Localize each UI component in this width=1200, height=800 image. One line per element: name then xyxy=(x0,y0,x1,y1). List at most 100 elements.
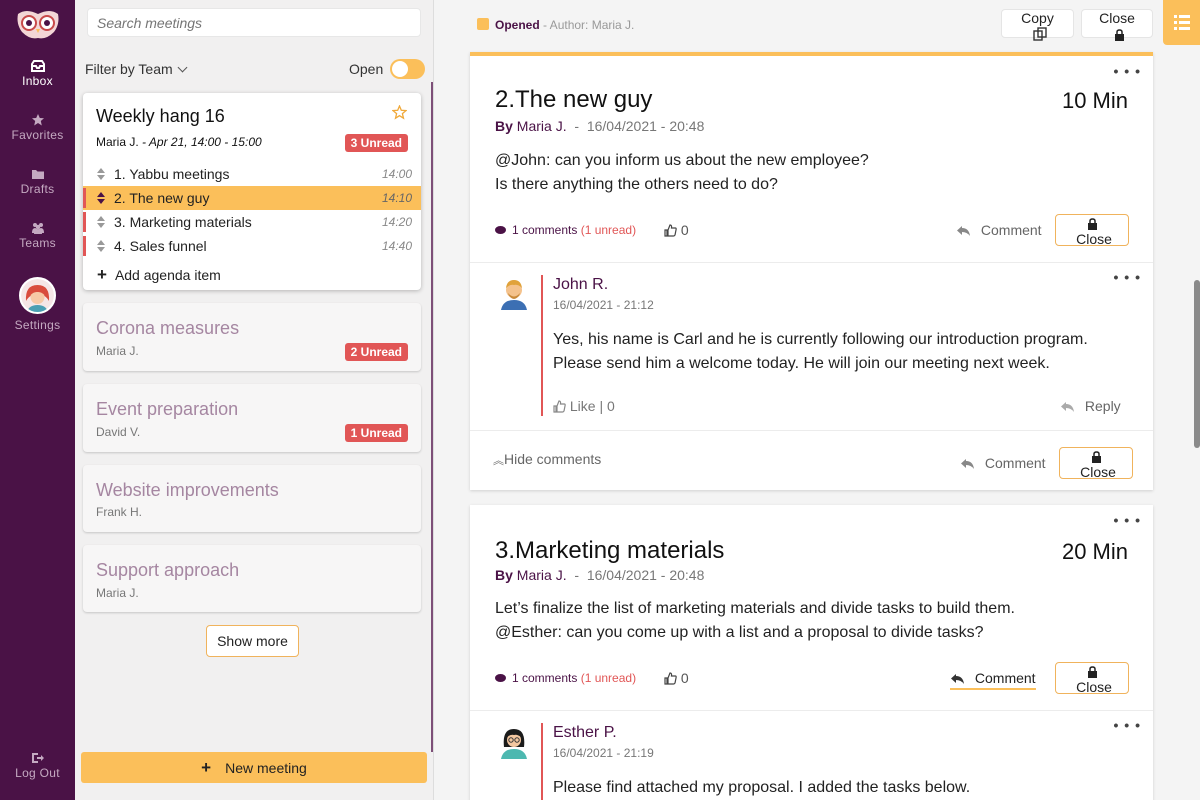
meeting-card-corona-measures[interactable]: Corona measures Maria J. 2 Unread xyxy=(83,303,421,371)
reply-button[interactable]: Reply xyxy=(1060,398,1121,414)
sort-handle-icon[interactable] xyxy=(97,192,105,204)
meeting-title: Event preparation xyxy=(96,399,239,419)
copy-button[interactable]: Copy xyxy=(1001,9,1074,41)
agenda-item-2[interactable]: 2. The new guy 14:10 xyxy=(83,186,421,210)
meeting-card-weekly-hang-16[interactable]: Weekly hang 16 Maria J. - Apr 21, 14:00 … xyxy=(83,93,421,290)
comment-button-active[interactable]: Comment xyxy=(950,670,1036,690)
logout-button[interactable]: Log Out xyxy=(0,752,75,780)
post-author: Maria J. xyxy=(516,567,567,583)
open-toggle[interactable] xyxy=(390,59,425,79)
agenda-menu-button[interactable] xyxy=(1163,0,1200,45)
double-chevron-up-icon: ︽ xyxy=(493,455,504,467)
show-more-button[interactable]: Show more xyxy=(206,625,299,657)
post-line: @Esther: can you come up with a list and… xyxy=(495,624,984,641)
comment-date: 16/04/2021 - 21:12 xyxy=(553,298,654,312)
woman-avatar-icon[interactable] xyxy=(499,725,529,759)
comments-unread: (1 unread) xyxy=(580,223,637,237)
like-button[interactable]: 0 xyxy=(664,222,689,238)
meeting-card-support-approach[interactable]: Support approach Maria J. xyxy=(83,545,421,612)
divider xyxy=(470,710,1153,711)
nav-item-drafts[interactable]: Drafts xyxy=(0,168,75,196)
add-agenda-item-button[interactable]: + Add agenda item xyxy=(97,265,221,285)
meeting-card-event-preparation[interactable]: Event preparation David V. 1 Unread xyxy=(83,384,421,452)
nav-label: Teams xyxy=(19,236,56,250)
comment-like-button[interactable]: Like | 0 xyxy=(553,398,615,414)
main-nav: Inbox Favorites Drafts Teams Settings Lo… xyxy=(0,0,75,800)
close-item-button[interactable]: Close xyxy=(1059,447,1133,480)
reply-arrow-icon xyxy=(961,459,974,469)
meeting-meta: Maria J. - Apr 21, 14:00 - 15:00 xyxy=(96,135,262,149)
agenda-label: 2. The new guy xyxy=(114,190,210,206)
search-input[interactable] xyxy=(87,8,421,37)
nav-label: Drafts xyxy=(20,182,55,196)
avatar[interactable] xyxy=(19,277,56,314)
comment-author: John R. xyxy=(553,276,609,293)
unread-comment-marker xyxy=(541,275,543,416)
sort-handle-icon[interactable] xyxy=(97,240,105,252)
sort-handle-icon[interactable] xyxy=(97,216,105,228)
more-options-icon[interactable]: • • • xyxy=(1114,64,1141,78)
lock-icon xyxy=(1087,666,1097,678)
comment-options-icon[interactable]: • • • xyxy=(1114,718,1141,732)
post-body: @John: can you inform us about the new e… xyxy=(495,149,869,197)
comment-line: Please send him a welcome today. He will… xyxy=(553,355,1050,372)
post-body: Let’s finalize the list of marketing mat… xyxy=(495,597,1015,645)
close-label: Close xyxy=(1076,231,1112,247)
comments-count: 1 comments xyxy=(512,223,578,237)
open-toggle-label: Open xyxy=(349,61,384,77)
comment-options-icon[interactable]: • • • xyxy=(1114,270,1141,284)
comments-summary[interactable]: 1 comments (1 unread) xyxy=(495,223,636,237)
list-scrollbar[interactable] xyxy=(431,82,433,752)
agenda-time: 14:40 xyxy=(381,239,412,253)
thumbs-up-icon xyxy=(664,672,677,685)
agenda-item-3[interactable]: 3. Marketing materials 14:20 xyxy=(83,210,421,234)
close-label: Close xyxy=(1080,464,1116,480)
nav-label: Inbox xyxy=(22,74,53,88)
agenda-item-1[interactable]: 1. Yabbu meetings 14:00 xyxy=(83,162,421,186)
meeting-card-website-improvements[interactable]: Website improvements Frank H. xyxy=(83,465,421,532)
star-icon[interactable] xyxy=(392,105,407,120)
close-meeting-button[interactable]: Close xyxy=(1081,9,1153,41)
man-avatar-icon[interactable] xyxy=(499,276,529,310)
nav-item-inbox[interactable]: Inbox xyxy=(0,60,75,88)
post-line: Is there anything the others need to do? xyxy=(495,176,778,193)
new-meeting-button[interactable]: + New meeting xyxy=(81,752,427,783)
comment-bubble-icon xyxy=(495,674,506,682)
meeting-time: - Apr 21, 14:00 - 15:00 xyxy=(142,135,262,149)
filter-by-team-dropdown[interactable]: Filter by Team xyxy=(85,61,188,77)
sort-handle-icon[interactable] xyxy=(97,168,105,180)
status-label: Opened xyxy=(495,18,540,32)
hide-comments-link[interactable]: ︽Hide comments xyxy=(493,451,601,468)
nav-item-teams[interactable]: Teams xyxy=(0,222,75,250)
unread-badge: 1 Unread xyxy=(344,424,408,442)
post-title: 2.The new guy xyxy=(495,86,653,113)
close-item-button[interactable]: Close xyxy=(1055,214,1129,247)
more-options-icon[interactable]: • • • xyxy=(1114,513,1141,527)
comment-button[interactable]: Comment xyxy=(956,222,1042,238)
unread-comment-marker xyxy=(541,723,543,800)
post-line: Let’s finalize the list of marketing mat… xyxy=(495,600,1015,617)
unread-badge: 3 Unread xyxy=(344,134,408,152)
comment-bubble-icon xyxy=(495,226,506,234)
owl-logo[interactable] xyxy=(14,8,62,40)
reply-arrow-icon xyxy=(957,226,970,236)
nav-item-settings[interactable]: Settings xyxy=(0,318,75,332)
meeting-title: Weekly hang 16 xyxy=(96,106,225,126)
reply-arrow-icon xyxy=(1061,402,1074,412)
meeting-title: Support approach xyxy=(96,560,240,580)
comment-button[interactable]: Comment xyxy=(960,455,1046,471)
nav-item-favorites[interactable]: Favorites xyxy=(0,114,75,142)
post-byline: By Maria J. - 16/04/2021 - 20:48 xyxy=(495,118,705,134)
agenda-item-4[interactable]: 4. Sales funnel 14:40 xyxy=(83,234,421,258)
comments-summary[interactable]: 1 comments (1 unread) xyxy=(495,671,636,685)
meeting-title: Website improvements xyxy=(96,480,279,500)
comment-label: Comment xyxy=(984,455,1046,471)
nav-label: Favorites xyxy=(11,128,64,142)
comment-label: Comment xyxy=(974,670,1036,686)
main-scrollbar[interactable] xyxy=(1194,280,1200,448)
author-label: - Author: Maria J. xyxy=(543,18,635,32)
agenda-label: 1. Yabbu meetings xyxy=(114,166,230,182)
close-item-button[interactable]: Close xyxy=(1055,662,1129,695)
like-button[interactable]: 0 xyxy=(664,670,689,686)
meeting-author: Maria J. xyxy=(96,344,139,358)
